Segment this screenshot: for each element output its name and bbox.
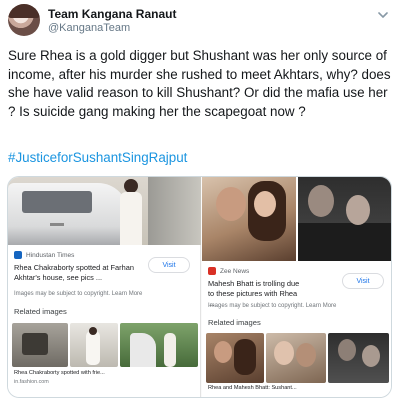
tweet-media[interactable]: Hindustan Times Rhea Chakraborty spotted… xyxy=(7,176,392,398)
result-source-right: Zee News xyxy=(208,267,249,275)
related-thumb-caption-right: Rhea and Mahesh Bhatt: Sushant... xyxy=(208,385,297,391)
author-avatar[interactable] xyxy=(8,4,40,36)
related-thumb-5[interactable] xyxy=(266,333,326,383)
result-title-left[interactable]: Rhea Chakraborty spotted at Farhan Akhta… xyxy=(14,263,142,283)
tweet-body: Sure Rhea is a gold digger but Shushant … xyxy=(8,48,391,119)
result-image-right[interactable] xyxy=(202,177,391,261)
related-thumb-4[interactable] xyxy=(206,333,264,383)
source-name: Zee News xyxy=(220,267,250,275)
hashtag-link[interactable]: #JusticeforSushantSingRajput xyxy=(8,150,187,165)
source-name: Hindustan Times xyxy=(26,251,75,259)
doorway xyxy=(148,177,201,245)
tweet-header: Team Kangana Ranaut @KanganaTeam xyxy=(8,4,392,38)
related-thumb-source-left: in.fashion.com xyxy=(14,379,49,385)
related-thumb-3[interactable] xyxy=(120,323,198,367)
zee-news-logo-icon xyxy=(208,267,216,275)
visit-button-left[interactable]: Visit xyxy=(148,257,190,273)
related-thumb-2[interactable] xyxy=(70,323,118,367)
related-thumb-6[interactable] xyxy=(328,333,389,383)
related-images-label-right: Related images xyxy=(208,318,261,327)
author-name[interactable]: Team Kangana Ranaut xyxy=(48,7,176,21)
search-result-left: Hindustan Times Rhea Chakraborty spotted… xyxy=(8,177,201,397)
copyright-note-left: Images may be subject to copyright. Lear… xyxy=(14,291,143,297)
photo-embrace xyxy=(202,177,296,261)
car-image xyxy=(8,183,128,245)
person-figure xyxy=(116,177,146,245)
related-thumb-caption-left: Rhea Chakraborty spotted with frie... xyxy=(14,370,105,376)
photo-pair xyxy=(298,177,391,261)
search-result-right: Zee News Mahesh Bhatt is trolling due to… xyxy=(202,177,391,397)
related-images-label-left: Related images xyxy=(14,307,67,316)
related-thumb-1[interactable] xyxy=(12,323,68,367)
chevron-down-icon[interactable] xyxy=(376,8,390,22)
result-image-left[interactable] xyxy=(8,177,201,245)
hindustan-times-logo-icon xyxy=(14,251,22,259)
author-handle[interactable]: @KanganaTeam xyxy=(48,22,130,34)
visit-button-right[interactable]: Visit xyxy=(342,273,384,289)
copyright-note-right: Images may be subject to copyright. Lear… xyxy=(208,303,337,309)
result-source-left: Hindustan Times xyxy=(14,251,74,259)
